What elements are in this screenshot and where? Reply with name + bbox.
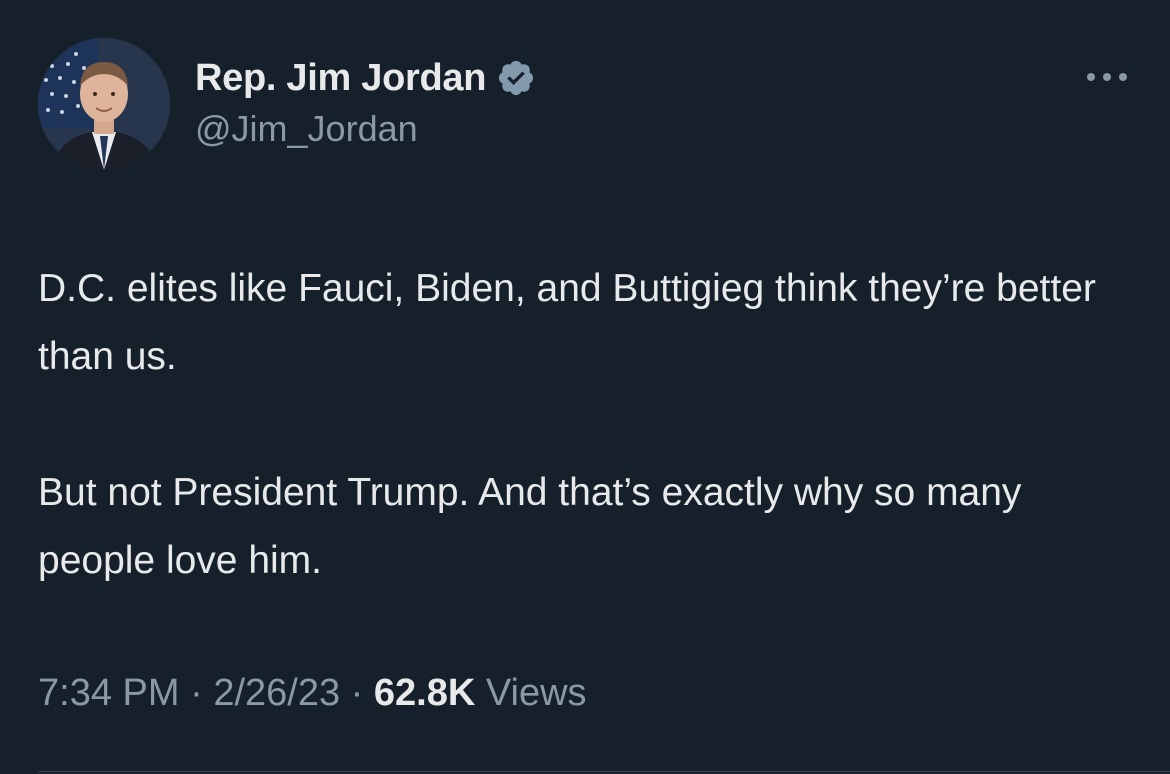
tweet-time[interactable]: 7:34 PM xyxy=(38,672,180,714)
meta-separator: · xyxy=(179,672,214,714)
tweet-paragraph: D.C. elites like Fauci, Biden, and Butti… xyxy=(38,267,1096,378)
more-options-button[interactable] xyxy=(1082,62,1132,92)
author-handle[interactable]: @Jim_Jordan xyxy=(195,108,418,150)
author-name-row: Rep. Jim Jordan xyxy=(195,52,536,104)
verified-badge-icon xyxy=(499,60,534,96)
views-count[interactable]: 62.8K xyxy=(374,672,475,714)
tweet-date[interactable]: 2/26/23 xyxy=(213,672,340,714)
author-avatar[interactable] xyxy=(38,38,170,170)
more-options-icon xyxy=(1087,73,1127,81)
profile-photo-icon xyxy=(38,38,170,170)
tweet-card: Rep. Jim Jordan @Jim_Jordan D.C. elites … xyxy=(0,0,1170,774)
tweet-text: D.C. elites like Fauci, Biden, and Butti… xyxy=(38,255,1138,595)
tweet-paragraph: But not President Trump. And that’s exac… xyxy=(38,471,1022,582)
divider xyxy=(38,771,1170,772)
author-display-name[interactable]: Rep. Jim Jordan xyxy=(195,57,486,100)
meta-separator: · xyxy=(340,672,374,714)
views-label: Views xyxy=(475,672,587,714)
tweet-meta: 7:34 PM · 2/26/23 · 62.8K Views xyxy=(38,672,587,715)
